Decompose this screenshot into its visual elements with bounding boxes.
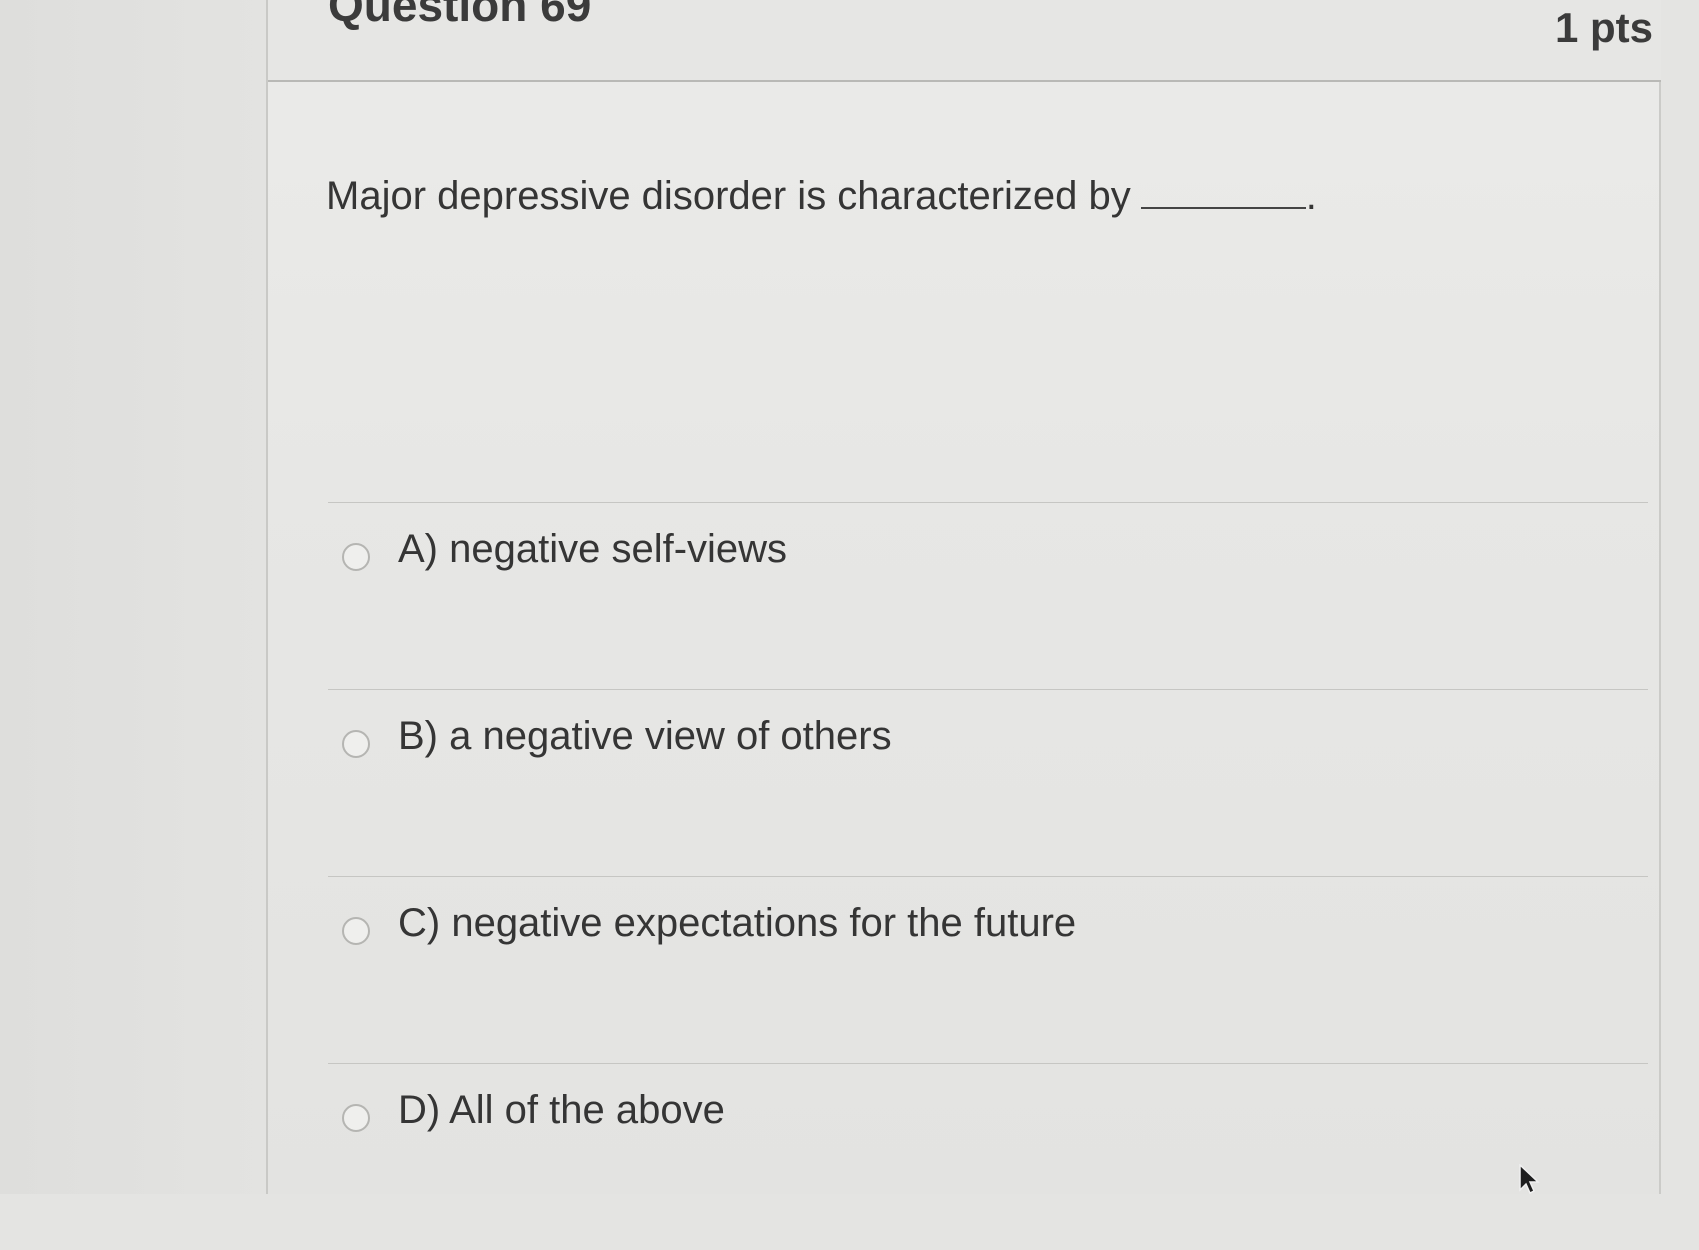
left-gutter (0, 0, 266, 1194)
radio-button-c[interactable] (342, 917, 370, 945)
question-title: Question 69 (328, 0, 592, 31)
mouse-pointer-icon (1519, 1164, 1540, 1194)
question-points: 1 pts (1554, 4, 1653, 51)
answer-label-c[interactable]: C) negative expectations for the future (398, 901, 1076, 946)
quiz-question-card: Question 69 1 pts Major depressive disor… (266, 0, 1661, 1194)
radio-button-d[interactable] (342, 1104, 370, 1132)
answer-label-d[interactable]: D) All of the above (398, 1088, 725, 1133)
answer-label-b[interactable]: B) a negative view of others (398, 714, 892, 759)
question-header: Question 69 1 pts (268, 0, 1661, 82)
question-prompt: Major depressive disorder is characteriz… (326, 174, 1131, 218)
answer-list: A) negative self-views B) a negative vie… (328, 502, 1648, 1250)
radio-button-a[interactable] (342, 543, 370, 571)
question-text: Major depressive disorder is characteriz… (326, 174, 1317, 219)
answer-option-b[interactable]: B) a negative view of others (328, 690, 1648, 876)
answer-label-a[interactable]: A) negative self-views (398, 527, 787, 572)
answer-option-c[interactable]: C) negative expectations for the future (328, 877, 1648, 1063)
fill-in-blank (1140, 177, 1306, 209)
radio-button-b[interactable] (342, 730, 370, 758)
question-period: . (1305, 174, 1317, 218)
answer-option-d[interactable]: D) All of the above (328, 1064, 1648, 1250)
answer-option-a[interactable]: A) negative self-views (328, 503, 1648, 689)
